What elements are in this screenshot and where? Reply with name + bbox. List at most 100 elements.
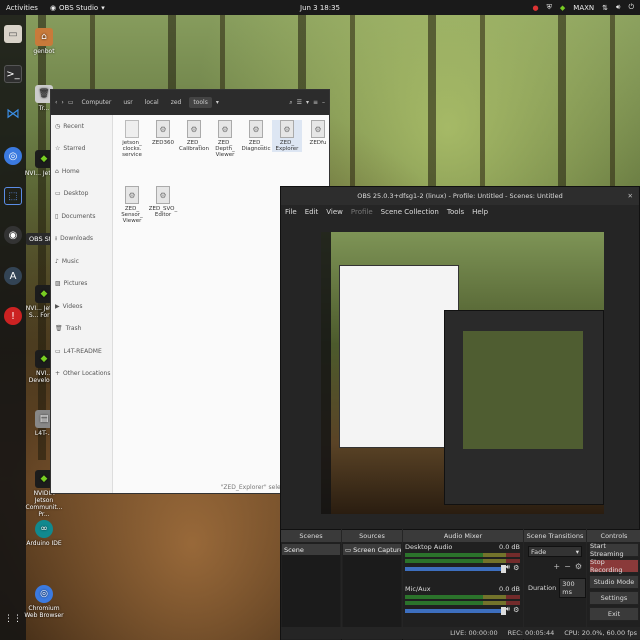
menu-file[interactable]: File [285, 208, 297, 216]
settings-button[interactable]: Settings [589, 591, 639, 605]
forward-icon[interactable]: › [61, 99, 63, 106]
terminal-icon[interactable]: >_ [4, 65, 22, 83]
star-icon: ☆ [55, 145, 61, 153]
back-icon[interactable]: ‹ [55, 99, 57, 106]
desktop-icon-home[interactable]: ⌂ genbot [24, 28, 64, 55]
app-menu[interactable]: ◉ OBS Studio ▾ [44, 4, 105, 12]
menu-profile[interactable]: Profile [351, 208, 373, 216]
preview-dock [321, 232, 331, 514]
slider-knob[interactable] [500, 607, 506, 615]
menu-scene-collection[interactable]: Scene Collection [381, 208, 439, 216]
live-status: LIVE: 00:00:00 [450, 629, 498, 637]
search-icon[interactable]: ⌕ [289, 99, 292, 107]
file-item[interactable]: ⚙ ZED_ Calibration [179, 120, 209, 152]
volume-slider[interactable] [405, 565, 506, 573]
stop-recording-button[interactable]: Stop Recording [589, 558, 639, 574]
start-streaming-button[interactable]: Start Streaming [589, 542, 639, 558]
gear-icon[interactable]: ⚙ [575, 562, 582, 571]
menu-icon[interactable]: ≡ [313, 99, 318, 106]
exit-button[interactable]: Exit [589, 607, 639, 621]
scene-item[interactable]: Scene [282, 544, 340, 555]
sidebar-item-label: Recent [63, 122, 84, 130]
tray-label: MAXN [573, 3, 595, 12]
files-headerbar: ‹ › ▭ Computer usr local zed tools ▾ ⌕ ☰… [51, 90, 329, 115]
executable-icon: ⚙ [218, 120, 232, 138]
sidebar-item-downloads[interactable]: ⭳ Downloads [51, 228, 112, 251]
transition-type: Fade [531, 547, 547, 556]
menu-help[interactable]: Help [472, 208, 488, 216]
chevron-down-icon[interactable]: ▾ [306, 99, 309, 106]
sidebar-item-music[interactable]: ♪ Music [51, 250, 112, 273]
file-item[interactable]: ⚙ ZED_ Sensor_ Viewer [117, 186, 147, 224]
vscode-icon[interactable]: ⋈ [4, 105, 22, 123]
breadcrumb-zed[interactable]: zed [167, 97, 186, 108]
sidebar-item-videos[interactable]: ▶ Videos [51, 295, 112, 318]
file-item[interactable]: ⚙ ZED_ Depth_ Viewer [210, 120, 240, 158]
sidebar-item-trash[interactable]: 🗑︎ Trash [51, 318, 112, 341]
obs-icon: ◉ [49, 3, 57, 12]
home-icon: ⌂ [55, 167, 59, 175]
sidebar-item-other-locations[interactable]: + Other Locations [51, 363, 112, 386]
volume-icon[interactable]: 🔊︎ [506, 563, 510, 572]
file-label: ZED_SVO_ Editor [148, 206, 178, 218]
obs-icon[interactable]: ◉ [4, 226, 22, 244]
gear-icon[interactable]: ⚙ [513, 564, 519, 572]
file-item[interactable]: ⚙ ZEDfu [303, 120, 333, 146]
close-icon[interactable]: ✕ [628, 192, 633, 200]
source-item[interactable]: ▭ Screen Capture (XSHA [343, 544, 401, 555]
menu-edit[interactable]: Edit [305, 208, 319, 216]
help-icon[interactable]: ! [4, 307, 22, 325]
gear-icon[interactable]: ⚙ [513, 606, 519, 614]
show-apps-icon[interactable]: ⋮⋮ [4, 610, 22, 628]
studio-mode-button[interactable]: Studio Mode [589, 575, 639, 589]
add-icon[interactable]: + [553, 562, 560, 571]
file-item[interactable]: ⚙ ZED_SVO_ Editor [148, 186, 178, 218]
sidebar-item-recent[interactable]: ◷ Recent [51, 115, 112, 138]
sidebar-item-documents[interactable]: ▯ Documents [51, 205, 112, 228]
desktop-icon-chromium[interactable]: ◎ Chromium Web Browser [24, 585, 64, 619]
clock[interactable]: Jun 3 18:35 [300, 4, 340, 12]
transition-select[interactable]: Fade ▾ [528, 546, 582, 557]
clock-icon: ◷ [55, 122, 61, 130]
sidebar-item-label: Home [61, 167, 80, 175]
activities-button[interactable]: Activities [0, 4, 44, 12]
breadcrumb-local[interactable]: local [141, 97, 163, 108]
power-icon: ⏻ [628, 3, 634, 11]
file-label: ZED_ Diagnostic [241, 140, 271, 152]
breadcrumb-tools[interactable]: tools [189, 97, 212, 108]
volume-icon[interactable]: 🔊︎ [506, 605, 510, 614]
sidebar-item-l4t-readme[interactable]: ▭ L4T-README [51, 340, 112, 363]
source-label: Screen Capture (XSHA [353, 545, 401, 554]
slider-knob[interactable] [500, 565, 506, 573]
menu-tools[interactable]: Tools [447, 208, 464, 216]
sidebar-item-home[interactable]: ⌂ Home [51, 160, 112, 183]
chromium-icon[interactable]: ◎ [4, 147, 22, 165]
remove-icon[interactable]: − [564, 562, 571, 571]
duration-input[interactable]: 300 ms [559, 578, 586, 598]
breadcrumb-usr[interactable]: usr [119, 97, 136, 108]
rec-status: REC: 00:05:44 [507, 629, 555, 637]
minimize-icon[interactable]: – [322, 99, 325, 106]
mixer-header: Audio Mixer [403, 530, 523, 542]
sidebar-item-label: Other Locations [63, 370, 111, 378]
desktop-icon-arduino[interactable]: ∞ Arduino IDE [24, 520, 64, 547]
file-item-selected[interactable]: ⚙ ZED_ Explorer [272, 120, 302, 152]
sidebar-item-pictures[interactable]: ▨ Pictures [51, 273, 112, 296]
file-item[interactable]: ⚙ ZED360 [148, 120, 178, 146]
obs-preview[interactable] [321, 232, 604, 514]
chevron-down-icon[interactable]: ▾ [216, 99, 219, 106]
scenes-header: Scenes [281, 530, 341, 542]
system-tray[interactable]: ● ⛨ ◆ MAXN ⇅ 🔊︎ ⏻ [533, 3, 634, 12]
list-view-icon[interactable]: ☰ [297, 99, 302, 106]
menu-view[interactable]: View [326, 208, 343, 216]
arduino-icon[interactable]: A [4, 267, 22, 285]
breadcrumb-computer[interactable]: Computer [77, 97, 115, 108]
file-item[interactable]: jetson_ clocks. service [117, 120, 147, 158]
volume-slider[interactable] [405, 607, 506, 615]
files-icon[interactable]: ▭ [4, 25, 22, 43]
screenshot-icon[interactable]: ⬚ [4, 187, 22, 205]
file-item[interactable]: ⚙ ZED_ Diagnostic [241, 120, 271, 152]
sidebar-item-starred[interactable]: ☆ Starred [51, 138, 112, 161]
sidebar-item-desktop[interactable]: ▭ Desktop [51, 183, 112, 206]
picture-icon: ▨ [55, 280, 61, 288]
